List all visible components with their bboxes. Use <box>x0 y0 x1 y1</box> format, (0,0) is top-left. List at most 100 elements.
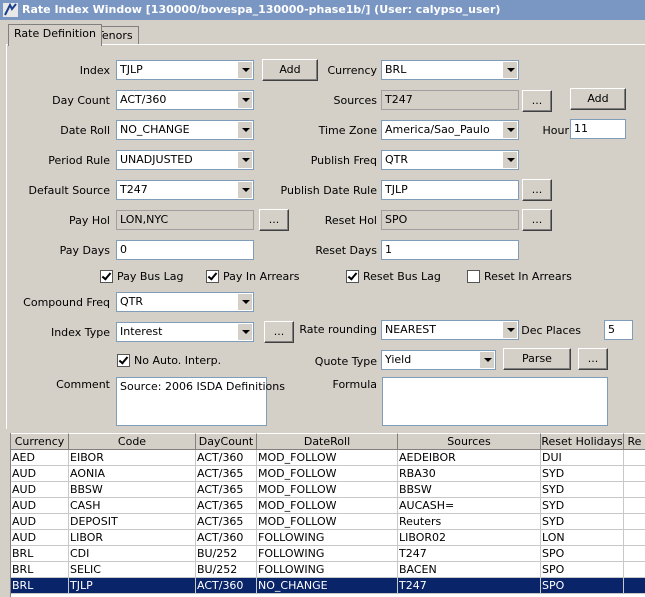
rate-index-table[interactable]: Currency Code DayCount DateRoll Sources Reset… <box>10 433 645 597</box>
table-cell: FOLLOWING <box>257 562 398 578</box>
table-cell: FOLLOWING <box>257 546 398 562</box>
checkbox-box[interactable] <box>100 270 113 283</box>
chevron-down-icon[interactable] <box>237 122 252 138</box>
add-sources-button[interactable]: Add <box>570 88 626 110</box>
table-cell: AUD <box>11 466 69 482</box>
table-cell: ACT/360 <box>196 578 257 594</box>
reset-hol-field[interactable]: SPO <box>381 210 519 230</box>
publish-date-rule-field[interactable]: TJLP <box>381 180 519 200</box>
chevron-down-icon[interactable] <box>237 294 252 310</box>
dec-places-input[interactable]: 5 <box>604 320 633 340</box>
index-type-combo[interactable]: Interest <box>116 322 254 342</box>
chevron-down-icon[interactable] <box>237 324 252 340</box>
index-combo[interactable]: TJLP <box>116 60 254 80</box>
table-row[interactable]: AED EIBOR ACT/360 MOD_FOLLOW AEDEIBOR DUI <box>11 450 645 466</box>
chevron-down-icon[interactable] <box>237 152 252 168</box>
currency-label: Currency <box>327 64 377 77</box>
table-cell: AUD <box>11 530 69 546</box>
checkbox-box[interactable] <box>117 354 130 367</box>
chevron-down-icon[interactable] <box>502 322 517 338</box>
table-cell <box>624 498 645 514</box>
column-header[interactable]: Reset Holidays <box>541 433 624 450</box>
table-cell <box>624 482 645 498</box>
day-count-value: ACT/360 <box>120 93 167 106</box>
time-zone-combo[interactable]: America/Sao_Paulo <box>381 120 519 140</box>
chevron-down-icon[interactable] <box>237 182 252 198</box>
column-header[interactable]: Re <box>624 433 645 450</box>
window-title: Rate Index Window [130000/bovespa_130000… <box>22 3 501 16</box>
table-row[interactable]: AUD LIBOR ACT/360 FOLLOWING LIBOR02 LON <box>11 530 645 546</box>
sources-field[interactable]: T247 <box>381 90 519 110</box>
column-header[interactable]: Sources <box>398 433 541 450</box>
column-header[interactable]: DateRoll <box>257 433 398 450</box>
pay-hol-field[interactable]: LON,NYC <box>116 210 254 230</box>
column-header[interactable]: DayCount <box>196 433 257 450</box>
default-source-label: Default Source <box>28 184 110 197</box>
quote-type-browse-button[interactable]: ... <box>578 348 608 370</box>
reset-days-input[interactable]: 1 <box>381 240 519 260</box>
table-row[interactable]: AUD AONIA ACT/365 MOD_FOLLOW RBA30 SYD <box>11 466 645 482</box>
index-type-value: Interest <box>120 325 163 338</box>
chevron-down-icon[interactable] <box>502 122 517 138</box>
date-roll-label: Date Roll <box>60 124 110 137</box>
rate-rounding-combo[interactable]: NEAREST <box>381 320 519 340</box>
table-cell: ACT/365 <box>196 498 257 514</box>
table-cell: AEDEIBOR <box>398 450 541 466</box>
table-cell: SELIC <box>69 562 196 578</box>
checkbox-box[interactable] <box>346 270 359 283</box>
column-header[interactable]: Code <box>69 433 196 450</box>
chevron-down-icon[interactable] <box>237 62 252 78</box>
table-cell: ACT/360 <box>196 450 257 466</box>
currency-combo[interactable]: BRL <box>381 60 519 80</box>
table-cell: ACT/365 <box>196 482 257 498</box>
comment-textarea[interactable]: Source: 2006 ISDA Definitions <box>116 377 285 426</box>
table-cell: AED <box>11 450 69 466</box>
tab-rate-definition[interactable]: Rate Definition <box>8 24 102 46</box>
title-bar: Rate Index Window [130000/bovespa_130000… <box>0 0 645 20</box>
reset-hol-browse-button[interactable]: ... <box>522 209 552 231</box>
table-row[interactable]: BRL TJLP ACT/360 NO_CHANGE T247 SPO <box>11 578 645 594</box>
table-cell: BU/252 <box>196 546 257 562</box>
rate-rounding-value: NEAREST <box>385 323 436 336</box>
sources-label: Sources <box>333 94 377 107</box>
publish-date-rule-browse-button[interactable]: ... <box>522 179 552 201</box>
day-count-combo[interactable]: ACT/360 <box>116 90 254 110</box>
time-zone-value: America/Sao_Paulo <box>385 123 490 136</box>
chevron-down-icon[interactable] <box>237 92 252 108</box>
pay-days-input[interactable]: 0 <box>116 240 254 260</box>
table-cell: MOD_FOLLOW <box>257 466 398 482</box>
checkbox-box[interactable] <box>467 270 480 283</box>
table-cell: AUD <box>11 482 69 498</box>
hour-input[interactable]: 11 <box>570 119 626 139</box>
table-cell: SYD <box>541 498 624 514</box>
parse-button[interactable]: Parse <box>503 348 571 370</box>
add-index-button[interactable]: Add <box>262 59 318 81</box>
chevron-down-icon[interactable] <box>502 152 517 168</box>
period-rule-label: Period Rule <box>48 154 110 167</box>
chevron-down-icon[interactable] <box>479 352 494 368</box>
checkbox-box[interactable] <box>206 270 219 283</box>
period-rule-combo[interactable]: UNADJUSTED <box>116 150 254 170</box>
column-header[interactable]: Currency <box>11 433 69 450</box>
table-row[interactable]: AUD BBSW ACT/365 MOD_FOLLOW BBSW SYD <box>11 482 645 498</box>
sources-browse-button[interactable]: ... <box>522 90 552 112</box>
table-cell: AUD <box>11 498 69 514</box>
date-roll-combo[interactable]: NO_CHANGE <box>116 120 254 140</box>
index-type-browse-button[interactable]: ... <box>264 321 294 343</box>
compound-freq-value: QTR <box>120 295 144 308</box>
table-cell: SPO <box>541 546 624 562</box>
reset-bus-lag-text: Reset Bus Lag <box>363 270 441 283</box>
compound-freq-combo[interactable]: QTR <box>116 292 254 312</box>
quote-type-combo[interactable]: Yield <box>381 350 496 370</box>
table-row[interactable]: AUD CASH ACT/365 MOD_FOLLOW AUCASH= SYD <box>11 498 645 514</box>
table-cell: DUI <box>541 450 624 466</box>
pay-hol-browse-button[interactable]: ... <box>259 209 289 231</box>
table-row[interactable]: AUD DEPOSIT ACT/365 MOD_FOLLOW Reuters SYD <box>11 514 645 530</box>
publish-freq-combo[interactable]: QTR <box>381 150 519 170</box>
formula-textarea[interactable] <box>382 377 608 426</box>
chevron-down-icon[interactable] <box>502 62 517 78</box>
table-row[interactable]: BRL CDI BU/252 FOLLOWING T247 SPO <box>11 546 645 562</box>
table-row[interactable]: BRL SELIC BU/252 FOLLOWING BACEN SPO <box>11 562 645 578</box>
table-cell <box>624 578 645 594</box>
default-source-combo[interactable]: T247 <box>116 180 254 200</box>
